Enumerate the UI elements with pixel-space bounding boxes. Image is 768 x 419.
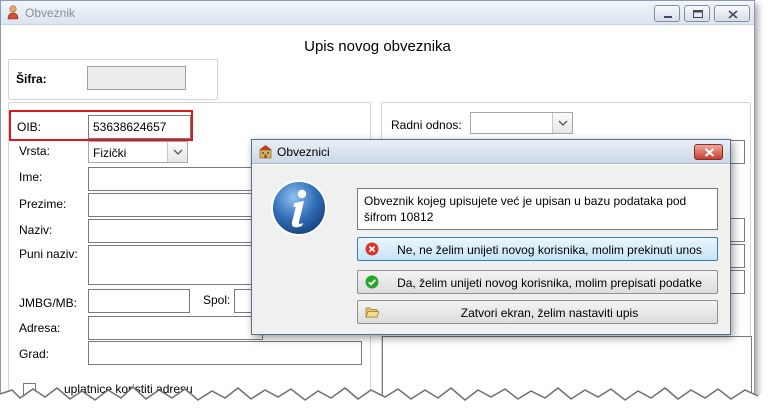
minimize-icon [664, 16, 672, 18]
folder-open-icon [365, 307, 379, 318]
cancel-entry-label: Ne, ne želim unijeti novog korisnika, mo… [397, 243, 702, 257]
title-bar: Obveznik [1, 1, 754, 25]
ime-label: Ime: [19, 170, 43, 184]
info-icon [271, 180, 327, 236]
radni-odnos-dropdown-button[interactable] [552, 113, 572, 133]
page-title: Upis novog obveznika [304, 38, 451, 55]
confirm-entry-label: Da, želim unijeti novog korisnika, molim… [397, 276, 702, 290]
adresa-field[interactable] [88, 316, 263, 340]
duplicate-taxpayer-dialog: Obveznici Obveznik kojeg upisujete već j… [251, 139, 731, 335]
sifra-field[interactable] [87, 66, 186, 90]
dialog-close-button[interactable] [694, 144, 723, 160]
dialog-title-bar: Obveznici [252, 140, 730, 164]
grad-label: Grad: [19, 347, 50, 361]
cancel-entry-button[interactable]: Ne, ne želim unijeti novog korisnika, mo… [357, 237, 718, 261]
prezime-field[interactable] [88, 193, 263, 217]
naziv-label: Naziv: [19, 223, 53, 237]
window-title: Obveznik [25, 6, 76, 20]
maximize-button[interactable] [684, 5, 710, 22]
close-icon [704, 148, 715, 157]
chevron-down-icon [173, 149, 183, 155]
radni-odnos-select[interactable] [470, 112, 573, 134]
vrsta-dropdown-button[interactable] [167, 142, 187, 162]
chevron-down-icon [558, 120, 568, 126]
vrsta-select[interactable]: Fizički [88, 141, 188, 163]
minimize-button[interactable] [654, 5, 680, 22]
jmbg-field[interactable] [88, 289, 190, 313]
dialog-title: Obveznici [277, 145, 330, 159]
jmbg-label: JMBG/MB: [19, 296, 78, 310]
spol-label: Spol: [203, 293, 231, 307]
continue-entry-button[interactable]: Zatvori ekran, želim nastaviti upis [357, 300, 718, 324]
grad-field[interactable] [88, 341, 362, 365]
dialog-body: Obveznik kojeg upisujete već je upisan u… [252, 165, 730, 334]
ime-field[interactable] [88, 167, 263, 191]
error-icon [365, 242, 379, 256]
close-icon [728, 10, 738, 19]
radni-odnos-label: Radni odnos: [391, 118, 462, 132]
close-button[interactable] [714, 5, 750, 22]
building-icon [259, 145, 272, 159]
prezime-label: Prezime: [19, 197, 67, 211]
person-app-icon [7, 5, 19, 20]
puni-naziv-field[interactable] [88, 245, 263, 285]
confirm-entry-button[interactable]: Da, želim unijeti novog korisnika, molim… [357, 270, 718, 294]
torn-edge-decoration [0, 385, 768, 419]
dialog-message: Obveznik kojeg upisujete već je upisan u… [357, 188, 718, 230]
puni-naziv-label: Puni naziv: [19, 247, 78, 261]
sifra-label: Šifra: [16, 72, 47, 86]
maximize-icon [693, 10, 703, 18]
continue-entry-label: Zatvori ekran, želim nastaviti upis [460, 306, 639, 320]
vrsta-value: Fizički [93, 146, 127, 160]
vrsta-label: Vrsta: [19, 144, 50, 158]
oib-highlight-box [9, 110, 193, 141]
checkmark-icon [365, 275, 379, 289]
adresa-label: Adresa: [19, 321, 61, 335]
naziv-field[interactable] [88, 219, 263, 243]
sifra-group: Šifra: [8, 59, 218, 100]
